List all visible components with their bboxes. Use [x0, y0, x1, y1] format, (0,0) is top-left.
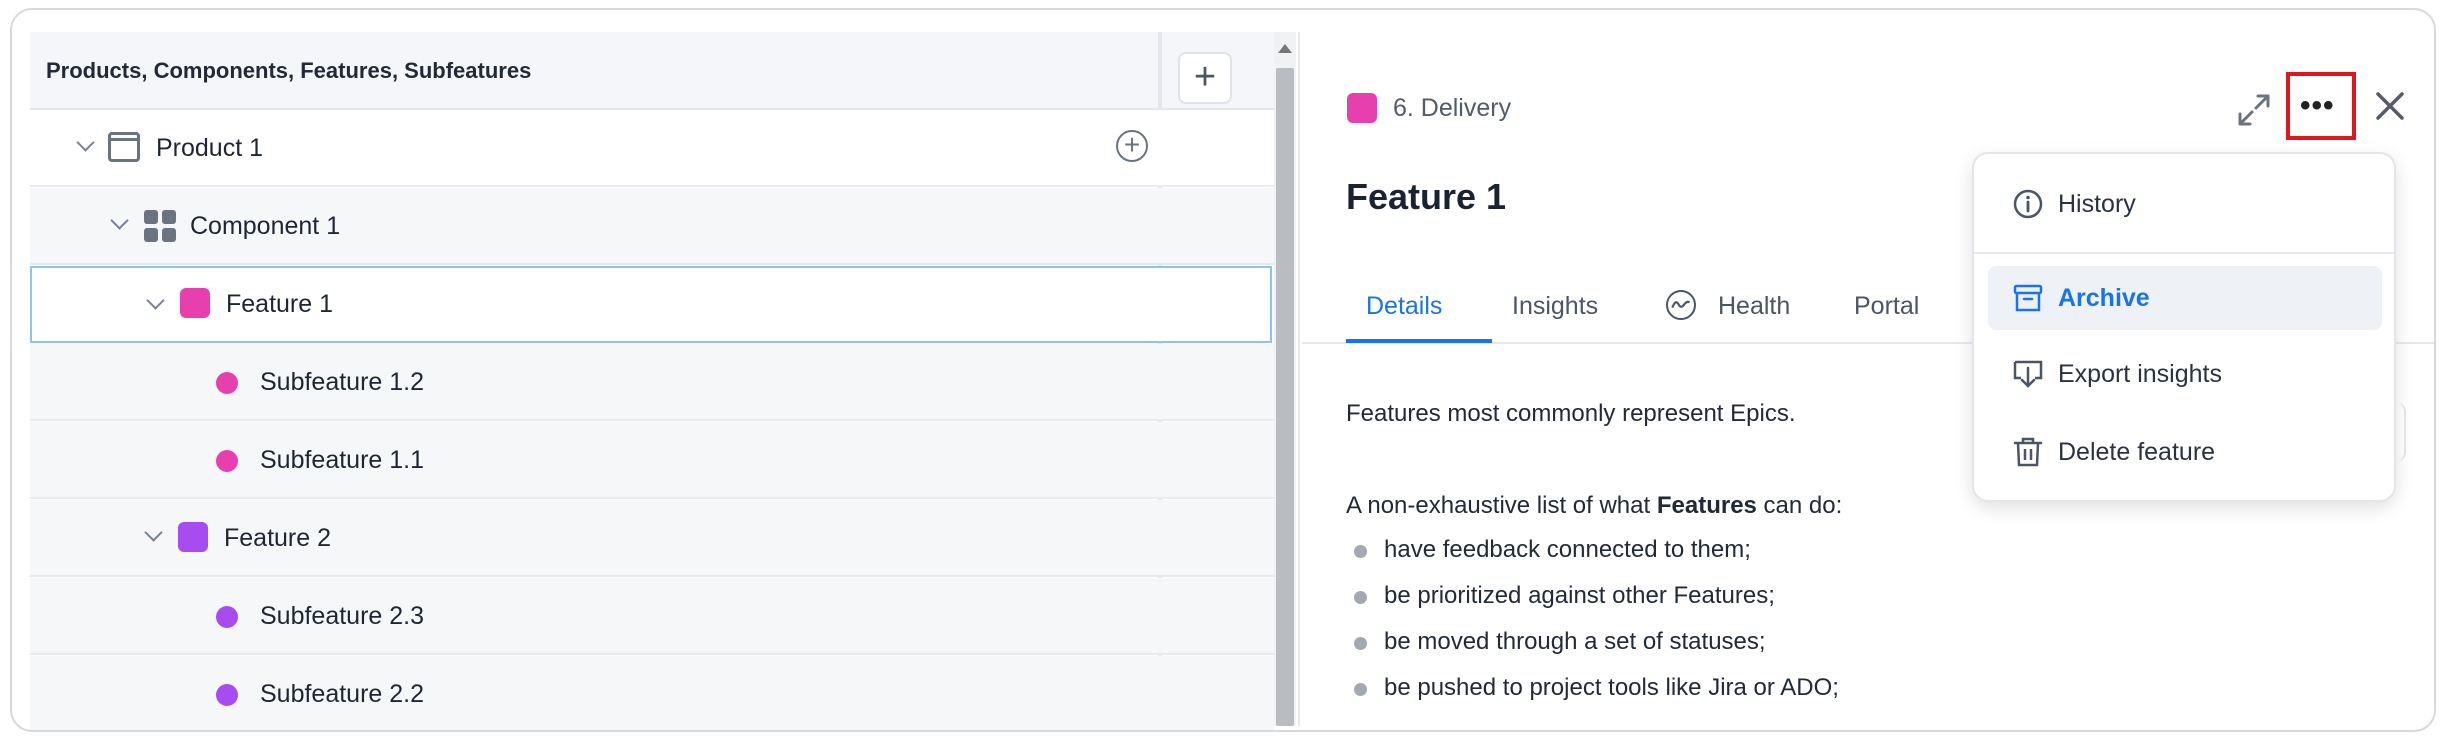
tree-row-product-1[interactable]: Product 1 + — [30, 110, 1274, 187]
chevron-down-icon[interactable] — [146, 294, 164, 312]
export-icon — [2013, 360, 2043, 388]
scroll-up-icon[interactable] — [1278, 44, 1292, 53]
tree-row-label: Subfeature 1.2 — [260, 368, 425, 396]
tree-row-label: Subfeature 1.1 — [260, 446, 425, 474]
description-intro: Features most commonly represent Epics. — [1346, 400, 1796, 427]
tab-details[interactable]: Details — [1366, 292, 1442, 321]
tree-row-label: Product 1 — [156, 134, 264, 162]
close-icon[interactable] — [2372, 88, 2408, 124]
active-tab-indicator — [1346, 339, 1492, 343]
tree-row-subfeature-2-3[interactable]: Subfeature 2.3 — [30, 578, 1274, 655]
more-dots-icon: ••• — [2300, 89, 2335, 122]
tree-row-subfeature-2-2[interactable]: Subfeature 2.2 — [30, 656, 1274, 730]
chevron-down-icon[interactable] — [144, 526, 162, 544]
menu-item-archive[interactable]: Archive — [1988, 266, 2382, 330]
menu-item-delete-feature[interactable]: Delete feature — [1988, 420, 2382, 484]
product-icon — [108, 132, 140, 162]
expand-icon[interactable] — [2236, 92, 2272, 128]
menu-item-history[interactable]: History — [1988, 172, 2382, 236]
subfeature-dot-icon — [216, 684, 238, 706]
app-window: Products, Components, Features, Subfeatu… — [10, 8, 2436, 732]
bullet-icon — [1354, 637, 1367, 650]
add-child-icon[interactable]: + — [1116, 130, 1148, 162]
tree-row-label: Subfeature 2.2 — [260, 680, 425, 708]
tree-row-component-1[interactable]: Component 1 — [30, 188, 1274, 265]
list-item: be prioritized against other Features; — [1384, 582, 1775, 609]
tree-row-label: Feature 2 — [224, 524, 332, 552]
tree-row-feature-2[interactable]: Feature 2 — [30, 500, 1274, 577]
status-label[interactable]: 6. Delivery — [1393, 94, 1511, 123]
tree-row-label: Feature 1 — [226, 290, 334, 318]
tree-row-label: Component 1 — [190, 212, 341, 240]
list-intro-bold: Features — [1656, 492, 1757, 519]
list-intro-suffix: can do: — [1756, 492, 1843, 519]
subfeature-dot-icon — [216, 372, 238, 394]
bullet-icon — [1354, 591, 1367, 604]
subfeature-dot-icon — [216, 450, 238, 472]
bullet-icon — [1354, 545, 1367, 558]
feature-color-icon — [178, 522, 208, 552]
menu-item-export-insights[interactable]: Export insights — [1988, 342, 2382, 406]
trash-icon — [2013, 437, 2043, 467]
menu-label: Export insights — [2058, 360, 2222, 388]
bullet-icon — [1354, 683, 1367, 696]
tree-row-label: Subfeature 2.3 — [260, 602, 425, 630]
hidden-panel-edge — [2396, 402, 2406, 462]
info-icon — [2013, 189, 2043, 219]
tree-row-feature-1[interactable]: Feature 1 — [30, 266, 1272, 343]
more-options-button[interactable]: ••• — [2286, 72, 2356, 140]
feature-color-icon — [180, 288, 210, 318]
list-intro: A non-exhaustive list of what Features c… — [1346, 492, 1842, 520]
more-options-menu: History Archive Export insights Delete f… — [1972, 152, 2396, 502]
menu-label: Delete feature — [2058, 438, 2216, 466]
feature-title[interactable]: Feature 1 — [1346, 176, 1506, 218]
chevron-down-icon[interactable] — [110, 214, 128, 232]
tree-header: Products, Components, Features, Subfeatu… — [30, 32, 1176, 110]
subfeature-dot-icon — [216, 606, 238, 628]
tree-row-subfeature-1-1[interactable]: Subfeature 1.1 — [30, 422, 1274, 499]
list-item: be pushed to project tools like Jira or … — [1384, 674, 1839, 701]
list-item: have feedback connected to them; — [1384, 536, 1751, 563]
status-color-icon — [1347, 93, 1377, 123]
component-icon — [144, 210, 176, 242]
add-column-button[interactable]: + — [1178, 52, 1232, 104]
archive-icon — [2013, 284, 2043, 312]
menu-label: History — [2058, 190, 2136, 218]
tab-portal[interactable]: Portal — [1854, 292, 1919, 321]
tree-header-title: Products, Components, Features, Subfeatu… — [46, 58, 532, 83]
scrollbar-thumb[interactable] — [1276, 68, 1294, 726]
tree-row-subfeature-1-2[interactable]: Subfeature 1.2 — [30, 344, 1274, 421]
menu-label: Archive — [2058, 284, 2150, 312]
chevron-down-icon[interactable] — [76, 136, 94, 154]
list-item: be moved through a set of statuses; — [1384, 628, 1766, 655]
tab-insights[interactable]: Insights — [1512, 292, 1598, 321]
menu-divider — [1974, 252, 2394, 254]
list-intro-text: A non-exhaustive list of what — [1346, 492, 1657, 519]
health-icon — [1666, 290, 1696, 320]
tab-health[interactable]: Health — [1718, 292, 1790, 321]
detail-divider — [1298, 32, 1300, 726]
